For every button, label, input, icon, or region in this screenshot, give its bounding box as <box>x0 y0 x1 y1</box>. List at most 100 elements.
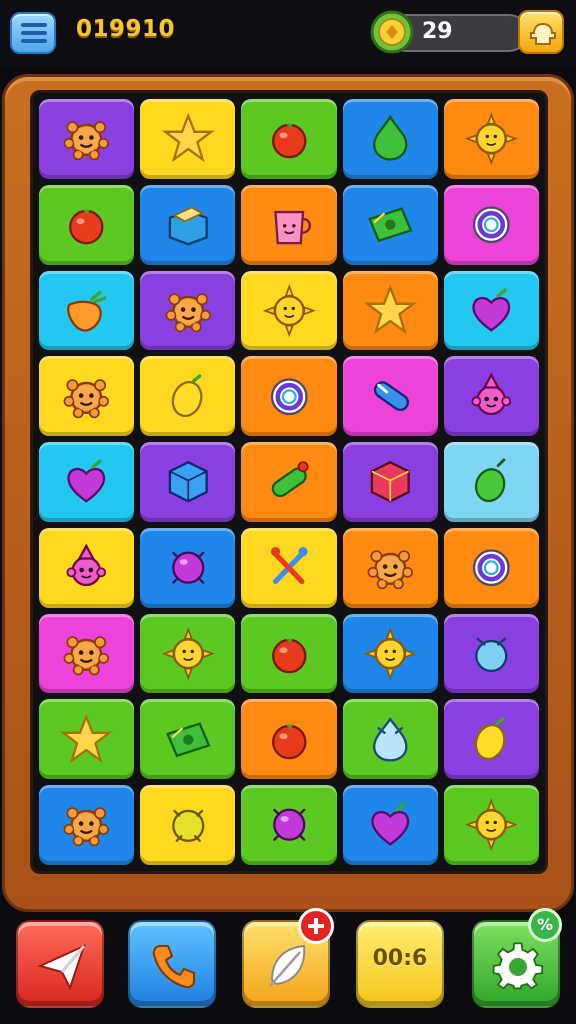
board-tile[interactable] <box>140 527 236 608</box>
sun-face-icon <box>63 121 110 161</box>
board-tile[interactable] <box>241 442 337 522</box>
board-tile[interactable] <box>140 699 236 780</box>
board-tile[interactable] <box>443 356 539 437</box>
board-tile[interactable] <box>342 99 438 179</box>
send-button[interactable] <box>16 920 104 1008</box>
game-board <box>30 90 548 874</box>
cash-icon <box>165 721 211 757</box>
ring-icon <box>473 549 510 587</box>
board-tile[interactable] <box>39 613 135 694</box>
score-counter: 019910 <box>76 16 176 42</box>
red-ball-icon <box>69 209 104 245</box>
blue-ball-icon <box>475 637 508 672</box>
red-ball-icon <box>271 724 307 759</box>
sun-icon <box>363 626 417 681</box>
board-tile[interactable] <box>342 184 438 265</box>
board-tile[interactable] <box>443 442 539 522</box>
timer-display: 00:6 <box>372 946 428 971</box>
tube-green-icon <box>271 461 309 498</box>
board-tile[interactable] <box>39 99 135 179</box>
board-tile[interactable] <box>443 270 539 351</box>
board-tile[interactable] <box>39 356 135 437</box>
add-badge[interactable] <box>298 908 334 944</box>
creature-icon <box>66 543 107 587</box>
lemon-icon <box>474 716 506 760</box>
board-tile[interactable] <box>342 785 438 865</box>
board-tile[interactable] <box>443 99 539 179</box>
heart-icon <box>371 802 410 847</box>
board-tile[interactable] <box>342 356 438 437</box>
board-tile[interactable] <box>443 699 539 780</box>
sun-face-icon <box>63 807 110 847</box>
tube-icon <box>373 380 409 411</box>
star-icon <box>161 112 215 163</box>
paper-plane-icon <box>37 944 86 991</box>
board-tile[interactable] <box>443 613 539 694</box>
board-tile[interactable] <box>241 356 337 437</box>
ring-icon <box>473 206 510 244</box>
board-tile[interactable] <box>342 613 438 694</box>
sun-face-icon <box>165 292 211 332</box>
board-tile[interactable] <box>443 184 539 265</box>
board-tile[interactable] <box>140 356 236 437</box>
lemon-icon <box>171 373 203 417</box>
board-tile[interactable] <box>241 184 337 265</box>
sun-face-icon <box>63 636 110 676</box>
coin-count: 29 <box>422 19 453 44</box>
board-tile[interactable] <box>39 184 135 265</box>
heart-icon <box>472 288 511 332</box>
board-tile[interactable] <box>140 442 236 522</box>
board-tile[interactable] <box>140 270 236 351</box>
board-tile[interactable] <box>140 184 236 265</box>
hamburger-menu-icon <box>21 23 47 43</box>
shop-hand-icon <box>530 22 556 45</box>
box-icon <box>168 206 208 246</box>
board-tile[interactable] <box>241 527 337 608</box>
coin-icon <box>370 10 414 54</box>
board-tile[interactable] <box>39 442 135 522</box>
board-tile[interactable] <box>241 99 337 179</box>
shop-button[interactable] <box>518 10 564 54</box>
creature-icon <box>471 371 512 415</box>
board-tile[interactable] <box>342 442 438 522</box>
board-tile[interactable] <box>241 785 337 865</box>
sun-icon <box>464 112 518 166</box>
ring-icon <box>270 377 308 415</box>
board-tile[interactable] <box>443 527 539 608</box>
cash-icon <box>367 207 413 243</box>
plus-icon <box>308 918 324 934</box>
purple-ball-icon <box>272 809 306 842</box>
phone-icon <box>152 945 195 989</box>
sun-face-icon <box>367 550 413 590</box>
purple-ball-icon <box>171 551 204 584</box>
menu-button[interactable] <box>10 12 56 54</box>
board-tile[interactable] <box>39 785 135 865</box>
board-tile[interactable] <box>39 527 135 608</box>
board-tile[interactable] <box>342 270 438 351</box>
tools-icon <box>270 547 308 585</box>
star-icon <box>60 713 114 763</box>
board-tile[interactable] <box>140 613 236 694</box>
board-tile[interactable] <box>342 699 438 780</box>
board-tile[interactable] <box>39 699 135 780</box>
board-tile[interactable] <box>443 785 539 865</box>
board-tile[interactable] <box>241 270 337 351</box>
board-tile[interactable] <box>140 785 236 865</box>
board-tile[interactable] <box>140 99 236 179</box>
gear-icon <box>492 942 544 990</box>
yellow-ball-icon <box>171 810 204 843</box>
discount-badge: % <box>528 908 562 942</box>
heart-icon <box>67 459 106 503</box>
board-tile[interactable] <box>241 613 337 694</box>
red-ball-icon <box>271 638 307 674</box>
orange-fruit-icon <box>67 290 107 332</box>
board-tile[interactable] <box>39 270 135 351</box>
board-tile[interactable] <box>342 527 438 608</box>
phone-button[interactable] <box>128 920 216 1008</box>
green-drop-icon <box>372 114 408 161</box>
feather-icon <box>269 944 306 987</box>
sun-face-icon <box>63 378 110 418</box>
board-tile[interactable] <box>241 699 337 780</box>
star-icon <box>363 284 417 335</box>
blue-drop-icon <box>372 716 408 762</box>
